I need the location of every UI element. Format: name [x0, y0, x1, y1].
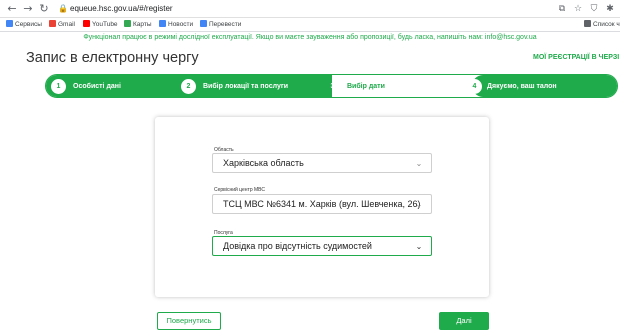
- beta-notice: Функціонал працює в режимі дослідної екс…: [83, 34, 537, 41]
- bookmark-youtube[interactable]: YouTube: [83, 20, 118, 30]
- registration-form-card: Область Харківська область ⌄ Сервісний ц…: [155, 117, 489, 297]
- step-4-number: 4: [467, 79, 482, 94]
- bookmark-gmail[interactable]: Gmail: [49, 20, 75, 30]
- region-value: Харківська область: [223, 158, 304, 168]
- gmail-icon: [49, 20, 56, 27]
- news-icon: [159, 20, 166, 27]
- translate-icon: [200, 20, 207, 27]
- step-3-number: 3: [330, 83, 335, 90]
- page-title: Запис в електронну чергу: [26, 50, 199, 66]
- shield-extension-icon[interactable]: ⛉: [588, 3, 600, 15]
- forward-arrow-icon[interactable]: →: [22, 3, 34, 15]
- step-4-label: Дякуємо, ваш талон: [487, 83, 557, 90]
- next-button[interactable]: Далі: [439, 312, 489, 330]
- bookmark-maps[interactable]: Карты: [124, 20, 152, 30]
- progress-stepper: 1 Особисті дані 2 Вибір локації та послу…: [45, 74, 618, 98]
- back-button[interactable]: Повернутись: [157, 312, 221, 330]
- bookmark-translate[interactable]: Перевести: [200, 20, 241, 30]
- reading-list-icon: [584, 20, 591, 27]
- chevron-down-icon: ⌄: [415, 159, 423, 168]
- reload-icon[interactable]: ↻: [38, 3, 50, 15]
- service-select[interactable]: Довідка про відсутність судимостей ⌄: [212, 236, 432, 256]
- service-center-value: ТСЦ МВС №6341 м. Харків (вул. Шевченка, …: [223, 199, 421, 209]
- my-registrations-link[interactable]: МОЇ РЕЄСТРАЦІЇ В ЧЕРЗІ: [533, 54, 619, 61]
- youtube-icon: [83, 20, 90, 27]
- step-3-label: Вибір дати: [347, 83, 385, 90]
- service-center-label: Сервісний центр МВС: [214, 187, 265, 193]
- apps-grid-icon: [6, 20, 13, 27]
- address-bar[interactable]: equeue.hsc.gov.ua/#/register: [70, 4, 173, 14]
- browser-toolbar: ← → ↻ 🔒 equeue.hsc.gov.ua/#/register ⧉ ☆…: [0, 0, 620, 18]
- reading-list[interactable]: Список ч: [584, 20, 620, 30]
- extensions-puzzle-icon[interactable]: ✱: [604, 3, 616, 15]
- back-arrow-icon[interactable]: ←: [6, 3, 18, 15]
- chevron-down-icon: ⌄: [415, 242, 423, 251]
- lock-icon[interactable]: 🔒: [58, 4, 68, 14]
- step-2-label: Вибір локації та послуги: [203, 83, 289, 90]
- bookmark-news[interactable]: Новости: [159, 20, 193, 30]
- step-1-label: Особисті дані: [73, 83, 121, 90]
- bookmark-star-icon[interactable]: ☆: [572, 3, 584, 15]
- maps-icon: [124, 20, 131, 27]
- service-value: Довідка про відсутність судимостей: [223, 241, 372, 251]
- region-select[interactable]: Харківська область ⌄: [212, 153, 432, 173]
- bookmarks-bar: Сервисы Gmail YouTube Карты Новости Пере…: [0, 18, 620, 32]
- translate-page-icon[interactable]: ⧉: [556, 3, 568, 15]
- step-1-number: 1: [51, 79, 66, 94]
- service-center-select[interactable]: ТСЦ МВС №6341 м. Харків (вул. Шевченка, …: [212, 194, 432, 214]
- bookmark-services[interactable]: Сервисы: [6, 20, 42, 30]
- chevron-down-icon: ⌄: [415, 200, 423, 209]
- step-2-number: 2: [181, 79, 196, 94]
